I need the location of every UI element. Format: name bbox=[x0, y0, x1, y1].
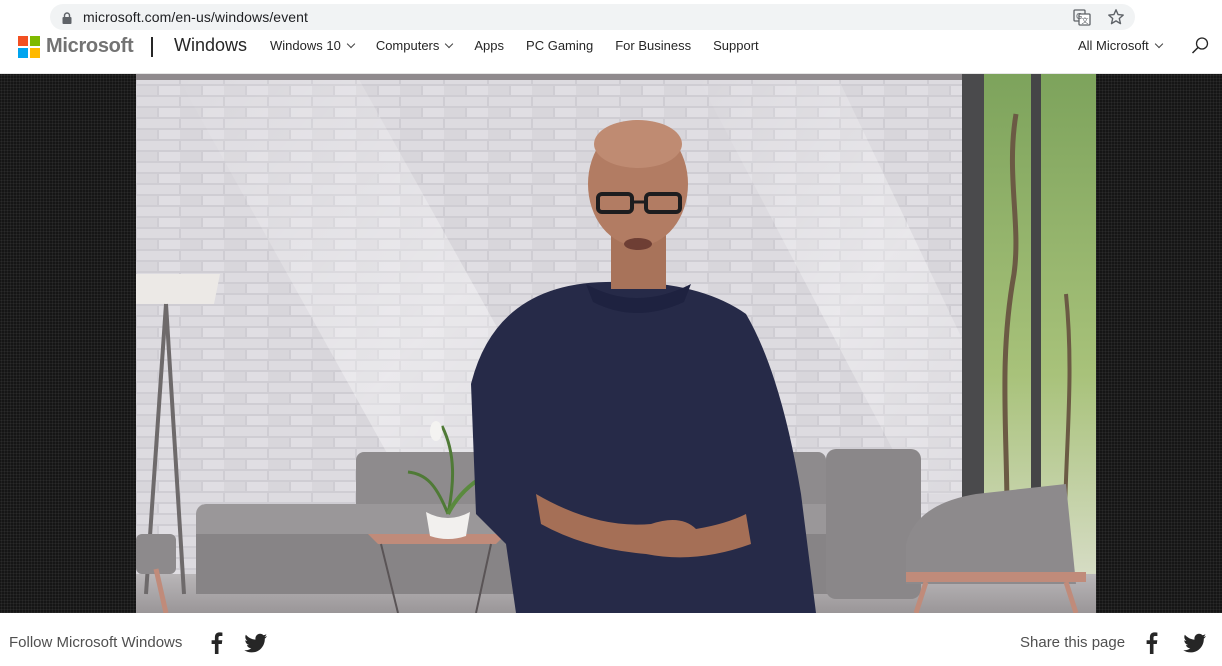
presenter-video-frame bbox=[136, 74, 1096, 613]
nav-label: Support bbox=[713, 38, 759, 53]
header-divider bbox=[151, 37, 153, 57]
nav-label: For Business bbox=[615, 38, 692, 53]
nav-item-computers[interactable]: Computers bbox=[375, 38, 454, 53]
page-footer: Follow Microsoft Windows Share this page bbox=[0, 613, 1222, 666]
browser-toolbar: microsoft.com/en-us/windows/event G文 bbox=[0, 0, 1222, 34]
nav-label: Windows 10 bbox=[270, 38, 341, 53]
site-header: Microsoft Windows Windows 10 Computers A… bbox=[0, 34, 1222, 74]
follow-twitter-icon[interactable] bbox=[244, 631, 268, 655]
address-bar[interactable]: microsoft.com/en-us/windows/event G文 bbox=[50, 4, 1135, 30]
nav-item-apps[interactable]: Apps bbox=[474, 38, 504, 53]
nav-item-pc-gaming[interactable]: PC Gaming bbox=[526, 38, 593, 53]
svg-text:文: 文 bbox=[1082, 16, 1089, 25]
share-label: Share this page bbox=[1020, 634, 1126, 651]
follow-label: Follow Microsoft Windows bbox=[9, 634, 183, 651]
video-stage bbox=[0, 74, 1222, 613]
share-facebook-icon[interactable] bbox=[1140, 631, 1164, 655]
event-video[interactable] bbox=[136, 74, 1096, 613]
windows-brand-link[interactable]: Windows bbox=[174, 35, 247, 56]
nav-item-for-business[interactable]: For Business bbox=[615, 38, 691, 53]
all-microsoft-label: All Microsoft bbox=[1078, 38, 1149, 53]
chevron-down-icon bbox=[1154, 39, 1164, 48]
chevron-down-icon bbox=[445, 39, 454, 48]
url-text[interactable]: microsoft.com/en-us/windows/event bbox=[83, 9, 308, 25]
search-icon[interactable] bbox=[1190, 36, 1210, 56]
microsoft-logo[interactable]: Microsoft bbox=[18, 35, 134, 58]
bookmark-star-icon[interactable] bbox=[1107, 8, 1125, 26]
nav-label: PC Gaming bbox=[526, 38, 594, 53]
translate-icon[interactable]: G文 bbox=[1073, 8, 1091, 26]
nav-label: Computers bbox=[375, 38, 440, 53]
nav-item-windows-10[interactable]: Windows 10 bbox=[270, 38, 356, 53]
main-nav: Windows 10 Computers Apps PC Gaming For … bbox=[270, 38, 781, 53]
microsoft-logo-icon bbox=[18, 35, 40, 58]
lock-icon[interactable] bbox=[62, 11, 72, 24]
all-microsoft-menu[interactable]: All Microsoft bbox=[1078, 38, 1164, 53]
nav-item-support[interactable]: Support bbox=[713, 38, 759, 53]
follow-facebook-icon[interactable] bbox=[205, 631, 229, 655]
logo-text: Microsoft bbox=[46, 35, 134, 57]
chevron-down-icon bbox=[346, 39, 356, 48]
nav-label: Apps bbox=[474, 38, 505, 53]
share-twitter-icon[interactable] bbox=[1183, 631, 1207, 655]
